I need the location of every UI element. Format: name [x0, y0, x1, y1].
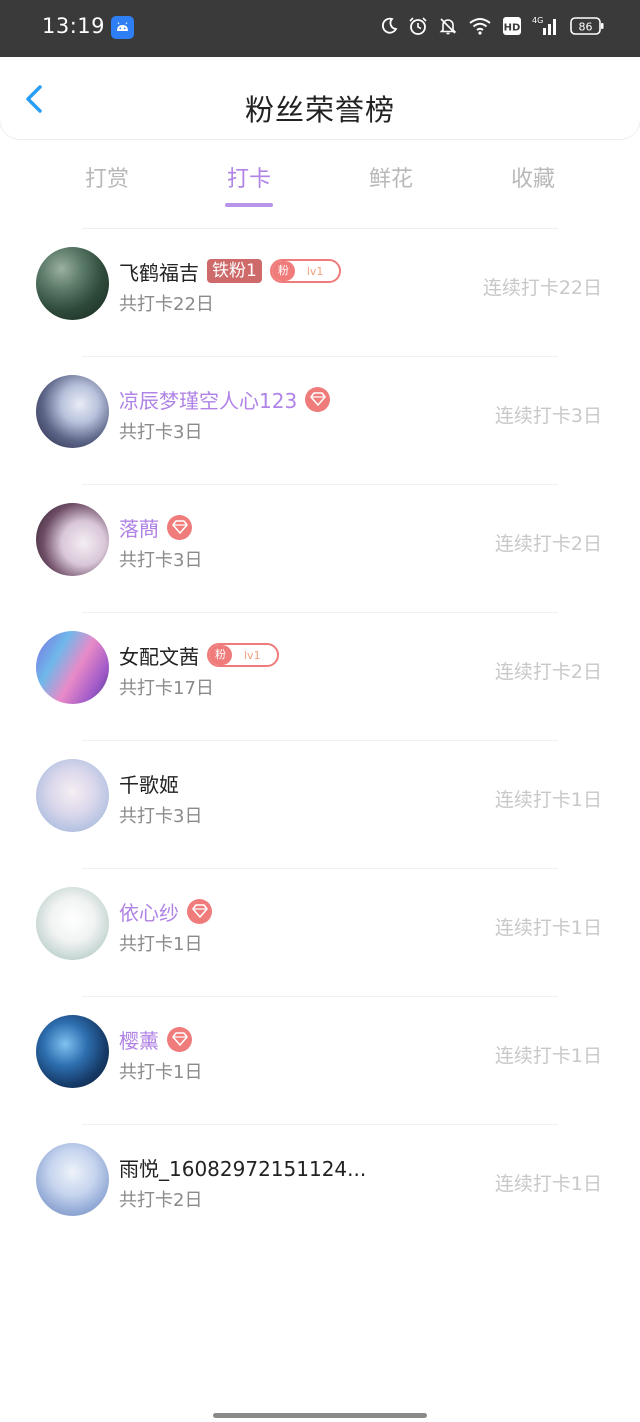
streak-checkin: 连续打卡1日: [494, 1045, 602, 1067]
signal-icon: 4G: [532, 15, 560, 41]
diamond-icon: [305, 386, 331, 412]
android-app-icon: [111, 16, 134, 39]
streak-checkin: 连续打卡2日: [494, 661, 602, 683]
avatar[interactable]: [36, 503, 109, 576]
list-item[interactable]: 女配文茜 粉 lv1 共打卡17日 连续打卡2日: [0, 613, 640, 741]
list-item[interactable]: 落蔄 共打卡3日 连续打卡2日: [0, 485, 640, 613]
moon-icon: [380, 17, 398, 39]
avatar[interactable]: [36, 631, 109, 704]
streak-checkin: 连续打卡22日: [482, 277, 602, 299]
list-item[interactable]: 凉辰梦瑾空人心123 共打卡3日 连续打卡3日: [0, 357, 640, 485]
total-checkin: 共打卡3日: [119, 550, 203, 571]
diamond-icon: [167, 1026, 192, 1052]
avatar[interactable]: [36, 1143, 109, 1216]
fan-level-badge: 粉 lv1: [207, 643, 279, 667]
active-tab-indicator: [225, 203, 273, 207]
header: 粉丝荣誉榜: [0, 57, 640, 139]
fan-badge-label: 粉: [209, 645, 232, 665]
mute-bell-icon: [438, 16, 458, 40]
fan-name: 女配文茜: [119, 644, 199, 669]
page-title: 粉丝荣誉榜: [244, 93, 395, 127]
fan-badge-label: 粉: [271, 261, 295, 281]
fan-name: 飞鹤福吉: [119, 260, 199, 285]
tab-tip[interactable]: 打赏: [62, 161, 152, 193]
hd-icon: HD: [502, 16, 522, 40]
battery-icon: 86: [570, 16, 604, 40]
list-item[interactable]: 依心纱 共打卡1日 连续打卡1日: [0, 869, 640, 997]
wifi-icon: [468, 16, 492, 40]
home-indicator[interactable]: [213, 1413, 427, 1418]
fan-badge-level: lv1: [306, 264, 324, 278]
tab-checkin[interactable]: 打卡: [204, 161, 294, 193]
total-checkin: 共打卡1日: [119, 934, 203, 955]
list-item[interactable]: 飞鹤福吉 铁粉1 粉 lv1 共打卡22日 连续打卡22日: [0, 229, 640, 357]
tab-flowers[interactable]: 鲜花: [346, 161, 436, 193]
avatar[interactable]: [36, 887, 109, 960]
total-checkin: 共打卡3日: [119, 806, 203, 827]
status-bar: 13:19 HD 4G 86: [0, 0, 640, 57]
list-item[interactable]: 千歌姬 共打卡3日 连续打卡1日: [0, 741, 640, 869]
diamond-icon: [167, 514, 192, 540]
avatar[interactable]: [36, 1015, 109, 1088]
status-time: 13:19: [42, 14, 106, 38]
avatar[interactable]: [36, 759, 109, 832]
streak-checkin: 连续打卡1日: [494, 789, 602, 811]
alarm-icon: [408, 16, 428, 40]
iron-fan-tag: 铁粉1: [207, 259, 262, 283]
streak-checkin: 连续打卡2日: [494, 533, 602, 555]
fan-level-badge: 粉 lv1: [269, 259, 342, 283]
streak-checkin: 连续打卡3日: [494, 405, 602, 427]
fan-name: 樱薰: [119, 1028, 159, 1053]
total-checkin: 共打卡22日: [119, 294, 214, 315]
total-checkin: 共打卡1日: [119, 1062, 203, 1083]
avatar[interactable]: [36, 375, 109, 448]
total-checkin: 共打卡3日: [119, 422, 203, 443]
total-checkin: 共打卡17日: [119, 678, 214, 699]
tab-bar: 打赏 打卡 鲜花 收藏: [0, 155, 640, 210]
streak-checkin: 连续打卡1日: [494, 917, 602, 939]
network-label: 4G: [532, 16, 543, 25]
fan-name: 落蔄: [119, 516, 159, 541]
fan-badge-level: lv1: [244, 648, 261, 662]
total-checkin: 共打卡2日: [119, 1190, 203, 1211]
list-item[interactable]: 樱薰 共打卡1日 连续打卡1日: [0, 997, 640, 1125]
fan-list: 飞鹤福吉 铁粉1 粉 lv1 共打卡22日 连续打卡22日 凉辰梦瑾空人心123…: [0, 229, 640, 1253]
tab-favorites[interactable]: 收藏: [488, 161, 578, 193]
diamond-icon: [187, 898, 212, 924]
hd-label: HD: [504, 23, 521, 34]
list-item[interactable]: 雨悦_16082972151124... 共打卡2日 连续打卡1日: [0, 1125, 640, 1253]
avatar[interactable]: [36, 247, 109, 320]
fan-name: 凉辰梦瑾空人心123: [119, 388, 298, 413]
battery-level: 86: [579, 21, 593, 34]
streak-checkin: 连续打卡1日: [494, 1173, 602, 1195]
fan-name: 依心纱: [119, 900, 179, 925]
fan-name: 千歌姬: [119, 772, 179, 797]
fan-name: 雨悦_16082972151124...: [119, 1156, 367, 1181]
